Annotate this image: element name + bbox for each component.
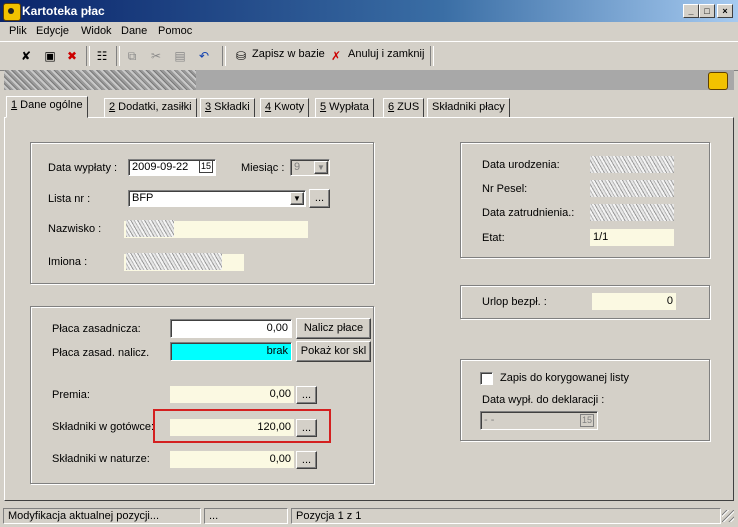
unpaid-leave-label: Urlop bezpł. : (482, 296, 547, 308)
tab-bar: 1 Dane ogólne 2 Dodatki, zasiłki 3 Skład… (4, 96, 734, 118)
menu-bar: Plik Edycje Widok Dane Pomoc (0, 22, 738, 41)
maximize-button[interactable]: □ (699, 4, 715, 18)
list-more-button[interactable]: ... (309, 189, 330, 208)
first-names-label: Imiona : (48, 256, 88, 268)
cancel-close-icon[interactable]: ✗ (326, 46, 346, 66)
payment-date-field[interactable]: 2009-09-22 15 (128, 159, 216, 176)
base-salary-label: Płaca zasadnicza: (52, 323, 141, 335)
calculate-pay-button[interactable]: Nalicz płace (296, 318, 371, 339)
bonus-label: Premia: (52, 389, 90, 401)
menu-edycje[interactable]: Edycje (36, 25, 69, 37)
tab-dane-ogolne[interactable]: 1 Dane ogólne (6, 96, 88, 118)
undo-icon[interactable]: ↶ (194, 46, 214, 66)
tab-kwoty[interactable]: 4 Kwoty (260, 98, 310, 118)
properties-icon[interactable]: ☷ (92, 46, 112, 66)
month-label: Miesiąc : (241, 162, 285, 174)
record-header-bar (196, 70, 734, 90)
tab-label: Dane ogólne (17, 99, 83, 111)
chevron-down-icon[interactable]: ▼ (290, 192, 304, 205)
calc-base-salary-label: Płaca zasad. nalicz. (52, 347, 150, 359)
window-title: Kartoteka płac (22, 4, 105, 18)
bonus-value: 0,00 (170, 386, 294, 403)
tab-label: Dodatki, zasiłki (115, 101, 192, 113)
declaration-date-field[interactable]: - - 15 (480, 411, 598, 430)
pesel-label: Nr Pesel: (482, 183, 528, 195)
app-icon (3, 3, 21, 21)
in-kind-components-value: 0,00 (170, 451, 294, 468)
birth-date-obscured (590, 156, 674, 173)
app-logo-icon (708, 72, 728, 90)
status-position: Pozycja 1 z 1 (291, 508, 721, 524)
status-bar: Modyfikacja aktualnej pozycji... ... Poz… (0, 506, 738, 527)
status-message: Modyfikacja aktualnej pozycji... (3, 508, 201, 524)
correction-checkbox[interactable] (480, 372, 493, 385)
payment-date-label: Data wypłaty : (48, 162, 118, 174)
tab-skladki[interactable]: 3 Składki (200, 98, 255, 118)
calc-base-salary-field[interactable]: brak (170, 342, 292, 361)
highlight-box (153, 409, 331, 443)
etat-value: 1/1 (590, 229, 674, 246)
pesel-obscured (590, 180, 674, 197)
menu-plik[interactable]: Plik (9, 25, 27, 37)
toolbar-separator (116, 46, 120, 66)
save-db-icon[interactable]: ⛁ (231, 46, 251, 66)
unpaid-leave-value: 0 (592, 293, 676, 310)
toolbar-separator (430, 46, 434, 66)
title-bar: Kartoteka płac _ □ × (0, 0, 738, 22)
tab-label: Składki (211, 101, 250, 113)
list-number-select[interactable]: BFP ▼ (128, 190, 306, 207)
tab-label: Składniki płacy (432, 101, 505, 113)
tab-zus[interactable]: 6 ZUS (383, 98, 425, 118)
list-number-label: Lista nr : (48, 193, 91, 205)
status-middle: ... (204, 508, 288, 524)
minimize-button[interactable]: _ (683, 4, 699, 18)
tab-label: Kwoty (271, 101, 305, 113)
surname-label: Nazwisko : (48, 223, 102, 235)
menu-widok[interactable]: Widok (81, 25, 112, 37)
calendar-icon[interactable]: 15 (199, 160, 213, 173)
tab-skladniki-placy[interactable]: Składniki płacy (427, 98, 510, 118)
payment-date-value: 2009-09-22 (132, 161, 189, 173)
calendar-icon[interactable]: 15 (580, 414, 594, 427)
tab-dodatki-zasilki[interactable]: 2 Dodatki, zasiłki (104, 98, 197, 118)
cash-components-label: Składniki w gotówce: (52, 421, 155, 433)
cut-icon[interactable]: ✂ (146, 46, 166, 66)
cancel-close-button[interactable]: Anuluj i zamknij (348, 48, 424, 60)
declaration-date-value: - - (484, 414, 495, 426)
tab-wyplata[interactable]: 5 Wypłata (315, 98, 374, 118)
in-kind-components-label: Składniki w naturze: (52, 453, 150, 465)
month-value: 9 (294, 161, 301, 173)
delete-doc-icon[interactable]: ✖ (62, 46, 82, 66)
menu-pomoc[interactable]: Pomoc (158, 25, 192, 37)
toolbar-separator (86, 46, 90, 66)
exit-icon[interactable]: ✘ (16, 46, 36, 66)
surname-obscured (126, 220, 174, 237)
menu-dane[interactable]: Dane (121, 25, 147, 37)
copy-icon[interactable]: ⧉ (122, 46, 142, 66)
birth-date-label: Data urodzenia: (482, 159, 560, 171)
paste-icon[interactable]: ▤ (170, 46, 190, 66)
base-salary-field[interactable]: 0,00 (170, 319, 292, 338)
bonus-more-button[interactable]: ... (296, 386, 317, 404)
save-to-db-button[interactable]: Zapisz w bazie (252, 48, 325, 60)
employment-date-label: Data zatrudnienia.: (482, 207, 575, 219)
correction-checkbox-label: Zapis do korygowanej listy (500, 372, 630, 384)
tab-label: Wypłata (326, 101, 369, 113)
toolbar-separator (222, 46, 226, 66)
toolbar: ✘ ▣ ✖ ☷ ⧉ ✂ ▤ ↶ ⛁ Zapisz w bazie ✗ Anulu… (0, 41, 738, 71)
month-select[interactable]: 9 ▼ (290, 159, 330, 176)
resize-grip[interactable] (722, 510, 734, 522)
chevron-down-icon[interactable]: ▼ (314, 161, 328, 174)
record-header-obscured (4, 70, 196, 90)
save-icon[interactable]: ▣ (40, 46, 60, 66)
list-number-value: BFP (132, 192, 154, 204)
employment-date-obscured (590, 204, 674, 221)
etat-label: Etat: (482, 232, 505, 244)
first-names-obscured (126, 253, 222, 270)
close-button[interactable]: × (717, 4, 733, 18)
show-corrections-button[interactable]: Pokaż kor skl (296, 341, 371, 362)
tab-label: ZUS (394, 101, 420, 113)
declaration-date-label: Data wypł. do deklaracji : (482, 394, 605, 406)
in-kind-components-more-button[interactable]: ... (296, 451, 317, 469)
